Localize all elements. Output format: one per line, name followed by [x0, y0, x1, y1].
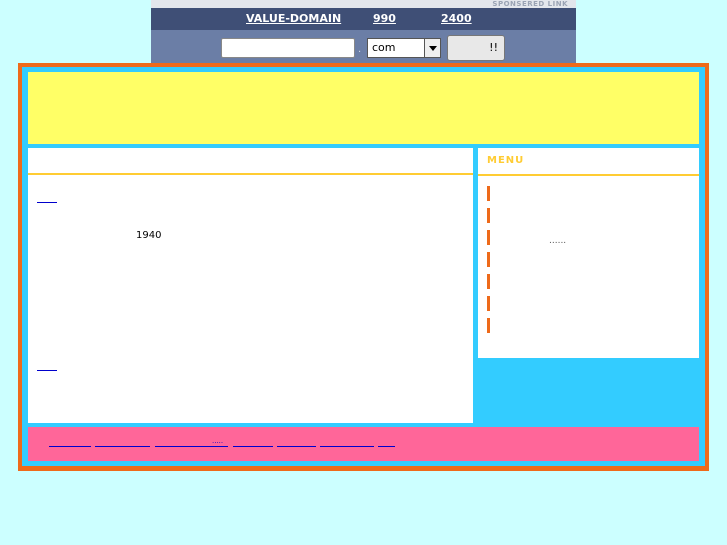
footer-link-1[interactable]	[49, 445, 91, 447]
sidebar-menu: MENU ......	[478, 148, 699, 358]
menu-item-marker	[487, 208, 490, 223]
content-link-bottom[interactable]	[37, 359, 57, 371]
menu-title: MENU	[478, 148, 699, 176]
footer-link-5[interactable]	[277, 445, 316, 447]
value-domain-link[interactable]: VALUE-DOMAIN	[246, 12, 341, 25]
menu-item-marker	[487, 274, 490, 289]
main-content: 1940	[28, 148, 473, 423]
footer-link-3-dots: .....	[212, 437, 224, 445]
menu-item-marker	[487, 318, 490, 333]
footer-link-2[interactable]	[95, 445, 150, 447]
domain-search-button[interactable]: !!	[447, 35, 505, 61]
content-link-top[interactable]	[37, 191, 57, 203]
menu-item-marker	[487, 296, 490, 311]
page-frame: 1940 MENU ...... .....	[18, 63, 709, 471]
ad-link-line: VALUE-DOMAIN 990 2400	[151, 8, 576, 30]
menu-item-marker	[487, 252, 490, 267]
menu-item-marker	[487, 230, 490, 245]
price-link-990[interactable]: 990	[373, 12, 396, 25]
tld-dropdown-arrow[interactable]	[424, 39, 440, 57]
footer-link-4[interactable]	[233, 445, 273, 447]
domain-search-input[interactable]	[221, 38, 355, 58]
footer-link-3[interactable]	[155, 445, 228, 447]
domain-dot: .	[358, 44, 362, 55]
sponsored-label: SPONSERED LINK	[151, 0, 576, 8]
tld-selected-value: com	[372, 41, 396, 54]
page-footer: .....	[28, 427, 699, 461]
sponsored-ad-banner: SPONSERED LINK VALUE-DOMAIN 990 2400 . c…	[151, 0, 576, 63]
chevron-down-icon	[429, 46, 437, 51]
footer-link-7[interactable]	[378, 445, 395, 447]
footer-link-6[interactable]	[320, 445, 374, 447]
menu-item-marker	[487, 186, 490, 201]
menu-ellipsis: ......	[549, 236, 567, 246]
content-year: 1940	[136, 230, 162, 241]
price-link-2400[interactable]: 2400	[441, 12, 472, 25]
ad-link-trailer[interactable]	[469, 12, 481, 24]
page-header	[28, 72, 699, 144]
content-title-bar	[28, 148, 473, 175]
tld-select[interactable]: com	[367, 38, 441, 58]
page-inner: 1940 MENU ...... .....	[22, 67, 705, 466]
